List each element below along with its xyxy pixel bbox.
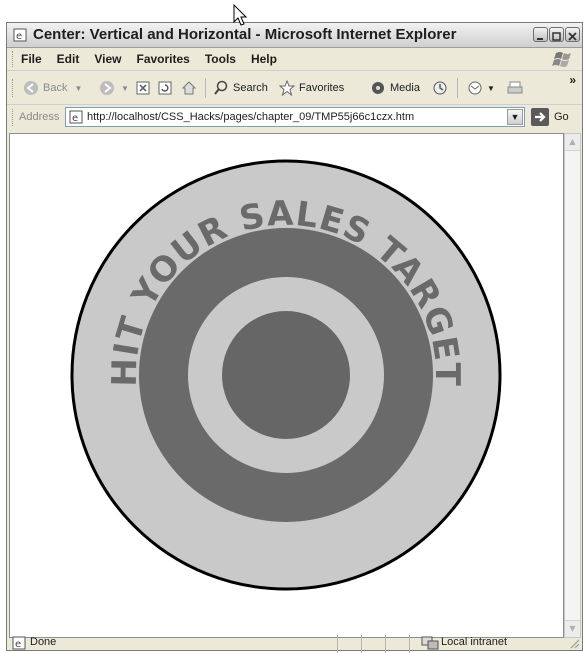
scroll-down-button[interactable]: ▼ [565, 620, 580, 637]
mail-icon [468, 81, 482, 95]
refresh-icon [158, 81, 172, 95]
search-button[interactable]: Search [213, 79, 268, 97]
maximize-icon [552, 32, 561, 41]
print-button[interactable] [507, 79, 527, 97]
search-label: Search [233, 82, 268, 94]
refresh-button[interactable] [157, 79, 177, 97]
mouse-cursor-icon [233, 4, 248, 26]
forward-button[interactable]: ▼ [99, 79, 129, 97]
menu-tools[interactable]: Tools [205, 52, 236, 66]
chevron-down-icon: ▼ [510, 112, 520, 122]
status-panel [409, 635, 410, 653]
title-bar[interactable]: e Center: Vertical and Horizontal - Micr… [7, 23, 582, 48]
chevron-down-icon: ▼ [569, 624, 576, 633]
status-text: Done [30, 636, 57, 648]
go-arrow-icon [535, 112, 546, 122]
menu-help[interactable]: Help [251, 52, 277, 66]
svg-text:e: e [16, 31, 22, 42]
bullseye [222, 311, 350, 439]
search-icon [214, 80, 228, 95]
menu-view[interactable]: View [94, 52, 121, 66]
favorites-button[interactable]: Favorites [279, 79, 344, 97]
favorites-star-icon [279, 80, 295, 96]
menu-bar: File Edit View Favorites Tools Help [7, 48, 582, 71]
window-title: Center: Vertical and Horizontal - Micros… [33, 26, 457, 43]
address-bar: Address e http://localhost/CSS_Hacks/pag… [7, 105, 582, 130]
status-panel [361, 635, 362, 653]
svg-text:e: e [72, 113, 78, 124]
back-label: Back [43, 82, 68, 94]
menu-edit[interactable]: Edit [57, 52, 80, 66]
forward-dropdown-icon[interactable]: ▼ [121, 84, 129, 93]
standard-toolbar: Back ▼ ▼ Search Favorites Media ▼ » [7, 71, 582, 105]
address-label: Address [19, 111, 60, 123]
media-icon [372, 82, 384, 94]
history-icon [433, 81, 447, 95]
status-panel [385, 635, 386, 653]
ie-page-icon: e [13, 28, 27, 42]
home-icon [181, 81, 197, 95]
close-icon [568, 32, 577, 41]
address-grip[interactable] [12, 109, 15, 126]
status-bar: e Done Local intranet [7, 635, 582, 653]
page-icon: e [69, 110, 83, 124]
forward-arrow-icon [100, 81, 114, 95]
toolbar-overflow-chevron-icon[interactable]: » [569, 73, 576, 87]
toolbar-separator [205, 78, 206, 98]
security-zone: Local intranet [441, 636, 508, 648]
windows-logo-icon [552, 52, 571, 67]
back-button[interactable]: Back ▼ [23, 79, 82, 97]
close-button[interactable] [565, 27, 580, 42]
mail-dropdown-icon[interactable]: ▼ [487, 84, 495, 93]
address-input[interactable]: e http://localhost/CSS_Hacks/pages/chapt… [65, 107, 525, 127]
scroll-up-button[interactable]: ▲ [565, 134, 580, 151]
maximize-button[interactable] [549, 27, 564, 42]
go-button[interactable] [531, 108, 549, 126]
media-button[interactable]: Media [370, 79, 420, 97]
address-dropdown-button[interactable]: ▼ [507, 109, 523, 125]
minimize-icon [537, 38, 543, 40]
vertical-scrollbar[interactable]: ▲ ▼ [564, 133, 581, 638]
local-intranet-icon [421, 636, 439, 650]
status-panel [337, 635, 338, 653]
mail-button[interactable]: ▼ [467, 79, 495, 97]
menu-file[interactable]: File [21, 52, 42, 66]
menu-favorites[interactable]: Favorites [136, 52, 189, 66]
go-label[interactable]: Go [554, 111, 569, 123]
page-done-icon: e [12, 636, 26, 650]
back-arrow-icon [24, 81, 38, 95]
stop-icon [136, 81, 150, 95]
toolbar-separator [457, 78, 458, 98]
history-button[interactable] [432, 79, 452, 97]
svg-text:e: e [15, 639, 21, 650]
back-dropdown-icon[interactable]: ▼ [74, 84, 82, 93]
page-content: HIT YOUR SALES TARGET [9, 133, 564, 638]
browser-window: e Center: Vertical and Horizontal - Micr… [6, 22, 583, 653]
favorites-label: Favorites [299, 82, 345, 94]
sales-target-graphic: HIT YOUR SALES TARGET [70, 159, 502, 591]
home-button[interactable] [181, 79, 201, 97]
resize-grip-icon[interactable] [569, 638, 580, 649]
media-label: Media [390, 82, 420, 94]
minimize-button[interactable] [533, 27, 548, 42]
menu-grip[interactable] [12, 51, 15, 67]
chevron-up-icon: ▲ [569, 137, 576, 146]
toolbar-grip[interactable] [12, 79, 15, 97]
stop-button[interactable] [135, 79, 155, 97]
print-icon [507, 81, 523, 94]
address-url: http://localhost/CSS_Hacks/pages/chapter… [87, 111, 415, 123]
